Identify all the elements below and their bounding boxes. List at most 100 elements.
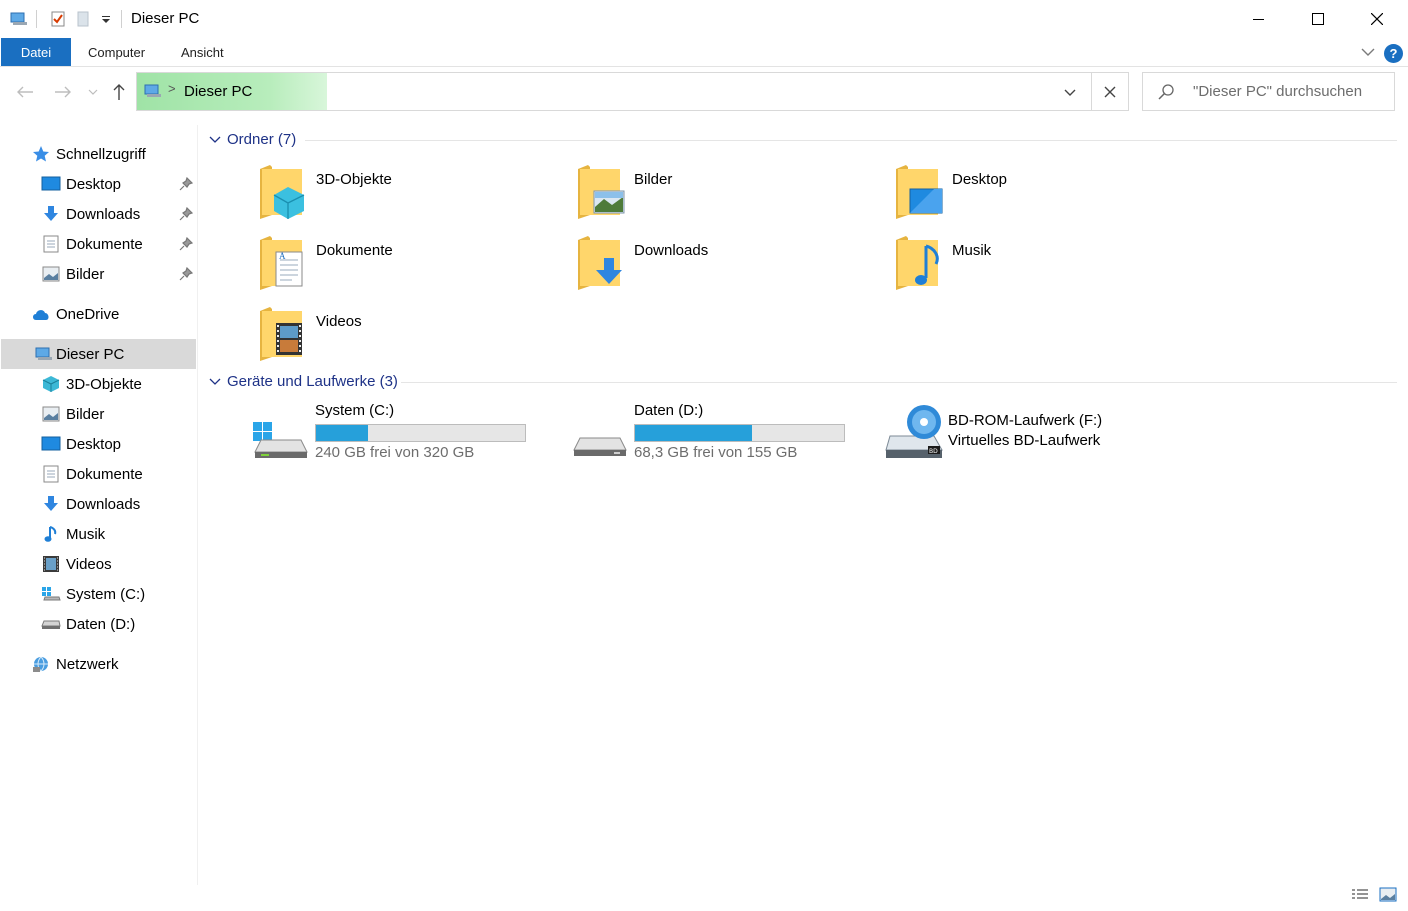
up-button[interactable] xyxy=(107,80,131,104)
svg-text:BD: BD xyxy=(929,448,938,455)
search-box[interactable]: "Dieser PC" durchsuchen xyxy=(1142,72,1395,111)
windows-drive-icon xyxy=(251,408,309,460)
pictures-folder-icon xyxy=(576,165,626,221)
details-view-button[interactable] xyxy=(1350,886,1370,904)
ribbon: Datei Computer Ansicht xyxy=(0,38,1408,67)
pin-icon xyxy=(179,266,194,281)
nav-item-downloads-pinned[interactable]: Downloads xyxy=(1,199,196,229)
nav-item-bilder[interactable]: Bilder xyxy=(1,399,196,429)
group-header-geraete[interactable]: Geräte und Laufwerke (3) xyxy=(208,371,1398,393)
music-folder-icon xyxy=(894,236,944,292)
nav-item-bilder-pinned[interactable]: Bilder xyxy=(1,259,196,289)
tab-datei[interactable]: Datei xyxy=(1,38,71,66)
search-placeholder: "Dieser PC" durchsuchen xyxy=(1193,83,1363,100)
help-button[interactable]: ? xyxy=(1384,44,1403,63)
address-bar[interactable]: > Dieser PC xyxy=(136,72,1092,111)
title-bar: Dieser PC xyxy=(0,0,1408,38)
folder-downloads[interactable]: Downloads xyxy=(576,236,876,298)
computer-icon[interactable] xyxy=(10,10,28,28)
chevron-down-icon xyxy=(208,375,222,393)
group-header-ordner[interactable]: Ordner (7) xyxy=(208,129,1398,151)
nav-item-daten-d[interactable]: Daten (D:) xyxy=(1,609,196,639)
nav-item-downloads[interactable]: Downloads xyxy=(1,489,196,519)
navigation-pane: Schnellzugriff Desktop Downloads Dokumen… xyxy=(0,125,198,885)
download-icon xyxy=(41,494,61,514)
drive-usage-bar xyxy=(634,424,845,442)
drive-system-c[interactable]: System (C:) 240 GB frei von 320 GB xyxy=(251,402,551,468)
computer-icon xyxy=(34,344,54,364)
drive-icon xyxy=(41,614,61,634)
drive-bd-rom-f[interactable]: BD BD-ROM-Laufwerk (F:) Virtuelles BD-La… xyxy=(884,402,1184,468)
details-view-icon xyxy=(1352,889,1368,899)
address-dropdown-icon[interactable] xyxy=(1062,84,1080,100)
properties-icon[interactable] xyxy=(49,10,67,28)
folder-bilder[interactable]: Bilder xyxy=(576,165,876,227)
folder-3d-objekte[interactable]: 3D-Objekte xyxy=(258,165,558,227)
breadcrumb-dieser-pc[interactable]: Dieser PC xyxy=(184,83,252,100)
folder-desktop[interactable]: Desktop xyxy=(894,165,1194,227)
group-divider xyxy=(401,382,1397,383)
folder-videos[interactable]: Videos xyxy=(258,307,558,369)
back-button[interactable] xyxy=(13,80,37,104)
document-icon xyxy=(41,234,61,254)
chevron-down-icon xyxy=(88,89,98,95)
nav-item-dokumente[interactable]: Dokumente xyxy=(1,459,196,489)
desktop-icon xyxy=(41,434,61,454)
network-icon xyxy=(31,654,51,674)
picture-icon xyxy=(41,264,61,284)
film-icon xyxy=(41,554,61,574)
pin-icon xyxy=(179,176,194,191)
customize-toolbar-dropdown-icon[interactable] xyxy=(97,10,115,28)
tab-computer[interactable]: Computer xyxy=(88,38,145,66)
breadcrumb-separator[interactable]: > xyxy=(168,81,176,96)
chevron-down-icon xyxy=(208,133,222,151)
forward-button[interactable] xyxy=(51,80,75,104)
nav-item-3d-objekte[interactable]: 3D-Objekte xyxy=(1,369,196,399)
large-icons-view-button[interactable] xyxy=(1378,886,1398,904)
nav-item-desktop[interactable]: Desktop xyxy=(1,429,196,459)
search-icon xyxy=(1157,83,1175,105)
cloud-icon xyxy=(31,304,51,324)
new-folder-icon[interactable] xyxy=(74,10,92,28)
nav-item-desktop-pinned[interactable]: Desktop xyxy=(1,169,196,199)
windows-drive-icon xyxy=(41,584,61,604)
nav-item-dieser-pc[interactable]: Dieser PC xyxy=(1,339,196,369)
pin-icon xyxy=(179,236,194,251)
minimize-button[interactable] xyxy=(1230,0,1288,38)
nav-item-schnellzugriff[interactable]: Schnellzugriff xyxy=(1,139,196,169)
document-icon xyxy=(41,464,61,484)
group-title: Ordner (7) xyxy=(227,131,297,148)
large-icons-view-icon xyxy=(1379,887,1397,902)
nav-item-netzwerk[interactable]: Netzwerk xyxy=(1,649,196,679)
computer-icon xyxy=(144,83,162,103)
music-note-icon xyxy=(41,524,61,544)
close-icon xyxy=(1371,13,1383,25)
nav-item-system-c[interactable]: System (C:) xyxy=(1,579,196,609)
tab-ansicht[interactable]: Ansicht xyxy=(181,38,224,66)
clear-address-button[interactable] xyxy=(1091,72,1129,111)
documents-folder-icon: A xyxy=(258,236,308,292)
maximize-button[interactable] xyxy=(1289,0,1347,38)
svg-text:A: A xyxy=(279,251,286,261)
videos-folder-icon xyxy=(258,307,308,363)
folder-musik[interactable]: Musik xyxy=(894,236,1194,298)
expand-ribbon-icon[interactable] xyxy=(1360,44,1376,60)
group-title: Geräte und Laufwerke (3) xyxy=(227,373,398,390)
nav-item-onedrive[interactable]: OneDrive xyxy=(1,299,196,329)
close-button[interactable] xyxy=(1348,0,1406,38)
drive-usage-fill xyxy=(635,425,753,441)
nav-item-videos[interactable]: Videos xyxy=(1,549,196,579)
drive-icon xyxy=(570,408,628,460)
cube-folder-icon xyxy=(258,165,308,221)
minimize-icon xyxy=(1253,19,1264,20)
nav-item-musik[interactable]: Musik xyxy=(1,519,196,549)
maximize-icon xyxy=(1312,13,1324,25)
picture-icon xyxy=(41,404,61,424)
group-divider xyxy=(305,140,1397,141)
folder-dokumente[interactable]: A Dokumente xyxy=(258,236,558,298)
window-title: Dieser PC xyxy=(131,10,200,27)
close-icon xyxy=(1104,86,1116,97)
nav-item-dokumente-pinned[interactable]: Dokumente xyxy=(1,229,196,259)
recent-locations-button[interactable] xyxy=(83,80,103,104)
drive-daten-d[interactable]: Daten (D:) 68,3 GB frei von 155 GB xyxy=(570,402,870,468)
